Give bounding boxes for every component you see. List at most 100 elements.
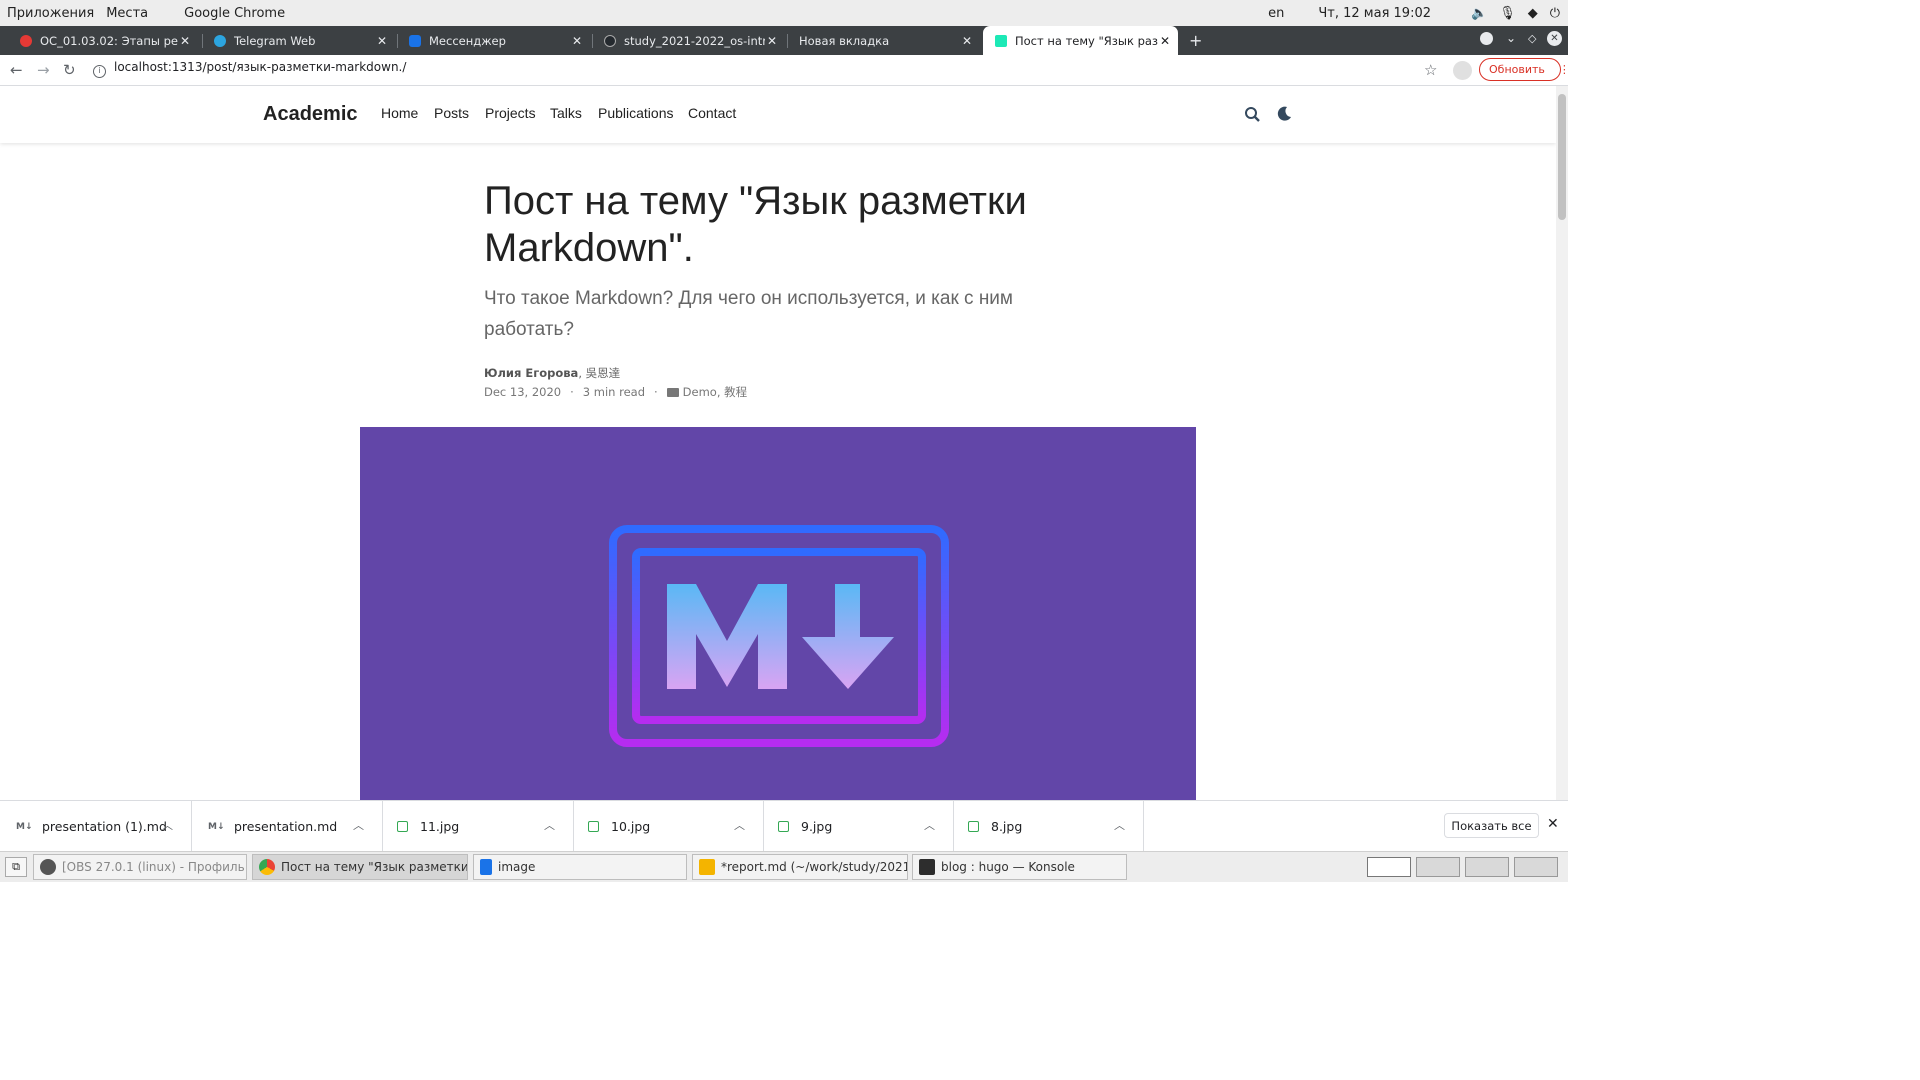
meta-separator: · [654, 385, 658, 399]
kebab-menu-icon: ⋮ [1558, 63, 1570, 76]
academic-icon [995, 34, 1007, 47]
close-tab-icon[interactable]: ✕ [1158, 34, 1172, 48]
github-icon [604, 34, 616, 47]
scrollbar-thumb[interactable] [1558, 94, 1566, 220]
download-item[interactable]: 8.jpg ︿ [954, 801, 1144, 852]
download-item[interactable]: M↓ presentation.md ︿ [192, 801, 383, 852]
tab-new-tab[interactable]: Новая вкладка ✕ [787, 26, 980, 55]
nav-contact[interactable]: Contact [688, 105, 736, 121]
volume-icon[interactable]: 🔈 [1471, 6, 1487, 21]
page-scrollbar[interactable] [1556, 86, 1568, 800]
workspace-1[interactable] [1367, 857, 1411, 877]
download-item[interactable]: 11.jpg ︿ [383, 801, 574, 852]
reload-icon[interactable]: ↻ [63, 61, 76, 79]
tab-os-stages[interactable]: ОС_01.03.02: Этапы реализации ✕ [8, 26, 198, 55]
taskbar-item-konsole[interactable]: blog : hugo — Konsole [912, 854, 1127, 880]
taskbar-item-obs[interactable]: [OBS 27.0.1 (linux) - Профиль: Бе... [33, 854, 247, 880]
nav-home[interactable]: Home [381, 105, 418, 121]
close-tab-icon[interactable]: ✕ [375, 34, 389, 48]
tab-title: Telegram Web [234, 33, 316, 48]
chevron-up-icon[interactable]: ︿ [544, 817, 555, 833]
chevron-up-icon[interactable]: ︿ [353, 817, 364, 833]
close-tab-icon[interactable]: ✕ [178, 34, 192, 48]
address-bar[interactable]: i localhost:1313/post/язык-разметки-markd… [93, 60, 406, 78]
profile-dropdown-icon[interactable] [1480, 32, 1493, 45]
applications-menu[interactable]: Приложения [7, 6, 94, 21]
tab-markdown-post[interactable]: Пост на тему "Язык разметки ✕ [983, 26, 1178, 55]
power-icon[interactable]: ⏻ [1550, 6, 1560, 21]
tab-telegram[interactable]: Telegram Web ✕ [202, 26, 395, 55]
clock[interactable]: Чт, 12 мая 19:02 [1318, 6, 1431, 21]
nav-publications[interactable]: Publications [598, 105, 674, 121]
tab-messenger[interactable]: Мессенджер ✕ [397, 26, 590, 55]
site-info-icon[interactable]: i [93, 65, 106, 78]
close-downloads-icon[interactable]: ✕ [1547, 816, 1559, 832]
post-categories[interactable]: Demo, 教程 [683, 384, 747, 400]
taskbar-item-image[interactable]: image [473, 854, 687, 880]
show-desktop-icon[interactable]: ⧉ [5, 857, 27, 877]
back-arrow-icon[interactable]: ← [10, 61, 23, 79]
profile-avatar-icon[interactable] [1453, 61, 1472, 80]
task-label: blog : hugo — Konsole [941, 860, 1075, 874]
author-secondary[interactable]: , 吳恩達 [578, 366, 620, 380]
post-read-time: 3 min read [582, 385, 645, 399]
system-taskbar: ⧉ [OBS 27.0.1 (linux) - Профиль: Бе... П… [0, 851, 1568, 882]
task-label: image [498, 860, 536, 874]
bookmark-star-icon[interactable]: ☆ [1424, 61, 1437, 79]
browser-toolbar: ← → ↻ i localhost:1313/post/язык-разметки… [0, 55, 1570, 86]
update-label: Обновить [1489, 63, 1545, 76]
download-filename: 8.jpg [991, 819, 1023, 834]
chevron-up-icon[interactable]: ︿ [924, 817, 935, 833]
messenger-icon [409, 34, 421, 47]
chevron-up-icon[interactable]: ︿ [162, 817, 173, 833]
dark-mode-moon-icon[interactable] [1277, 106, 1292, 125]
close-tab-icon[interactable]: ✕ [960, 34, 974, 48]
chevron-down-icon[interactable]: ⌄ [1506, 31, 1516, 45]
task-label: *report.md (~/work/study/2021-2... [721, 860, 907, 874]
download-item[interactable]: 9.jpg ︿ [764, 801, 954, 852]
nav-posts[interactable]: Posts [434, 105, 469, 121]
url-text[interactable]: localhost:1313/post/язык-разметки-markdo… [114, 60, 406, 74]
download-item[interactable]: 10.jpg ︿ [574, 801, 764, 852]
downloads-bar: M↓ presentation (1).md ︿ M↓ presentation… [0, 800, 1568, 852]
markdown-file-icon: M↓ [208, 821, 225, 832]
workspace-2[interactable] [1416, 857, 1460, 877]
image-file-icon [778, 821, 789, 832]
close-tab-icon[interactable]: ✕ [765, 34, 779, 48]
forward-arrow-icon[interactable]: → [37, 61, 50, 79]
chevron-up-icon[interactable]: ︿ [1114, 817, 1125, 833]
taskbar-item-editor[interactable]: *report.md (~/work/study/2021-2... [692, 854, 908, 880]
active-app-menu[interactable]: Google Chrome [184, 6, 285, 21]
tab-title: study_2021-2022_os-intro/lab [624, 33, 765, 48]
chevron-up-icon[interactable]: ︿ [734, 817, 745, 833]
download-item[interactable]: M↓ presentation (1).md ︿ [0, 801, 192, 852]
places-menu[interactable]: Места [106, 6, 148, 21]
text-editor-icon [699, 859, 715, 875]
meta-separator: · [570, 385, 574, 399]
markdown-file-icon: M↓ [16, 821, 33, 832]
new-tab-plus-icon[interactable]: + [1189, 31, 1202, 50]
keyboard-layout-indicator[interactable]: en [1268, 6, 1284, 21]
nav-projects[interactable]: Projects [485, 105, 536, 121]
download-filename: 9.jpg [801, 819, 833, 834]
nav-talks[interactable]: Talks [550, 105, 582, 121]
site-brand[interactable]: Academic [263, 103, 358, 126]
tab-github[interactable]: study_2021-2022_os-intro/lab ✕ [592, 26, 785, 55]
taskbar-item-chrome[interactable]: Пост на тему "Язык разметки Ma... [252, 854, 468, 880]
author-primary[interactable]: Юлия Егорова [484, 366, 578, 380]
update-chrome-button[interactable]: Обновить ⋮ [1479, 58, 1570, 81]
workspace-3[interactable] [1465, 857, 1509, 877]
search-icon[interactable] [1244, 106, 1261, 127]
restore-icon[interactable]: ◇ [1528, 32, 1536, 45]
terminal-icon [919, 859, 935, 875]
network-icon[interactable]: ◆ [1528, 6, 1538, 21]
close-tab-icon[interactable]: ✕ [570, 34, 584, 48]
show-all-downloads-button[interactable]: Показать все [1444, 813, 1539, 838]
task-label: [OBS 27.0.1 (linux) - Профиль: Бе... [62, 860, 247, 874]
post-authors: Юлия Егорова, 吳恩達 [484, 365, 620, 381]
microphone-icon[interactable]: 🎙 [1499, 6, 1516, 21]
download-filename: presentation.md [234, 819, 338, 834]
close-window-icon[interactable]: ✕ [1547, 31, 1562, 46]
web-page: Academic Home Posts Projects Talks Publi… [0, 86, 1556, 800]
workspace-4[interactable] [1514, 857, 1558, 877]
